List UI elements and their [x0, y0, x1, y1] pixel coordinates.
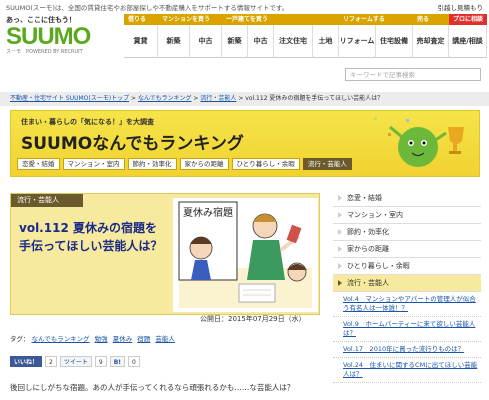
nav-group-header: 一戸建てを買う — [222, 14, 339, 25]
sidebar-item-single-life[interactable]: ひとり暮らし・余暇 — [333, 258, 481, 275]
logo-wordmark: SUUMO — [6, 23, 91, 50]
sidebar-article-link[interactable]: Vol.9 ホームパーティーに来て欲しい芸能人は？ — [333, 317, 481, 342]
sidebar-article-link[interactable]: Vol.24 住まいに関するCMに出てほしい芸能人は？ — [333, 358, 481, 383]
nav-group-header: 借りる — [124, 14, 158, 25]
tag-link[interactable]: 勉強 — [95, 335, 108, 343]
tag-link[interactable]: 芸能人 — [155, 335, 175, 343]
nav-item-consult[interactable]: 講座/相談 — [449, 25, 487, 58]
social-buttons: いいね！ 2 ツイート 9 B! 0 — [10, 356, 140, 368]
nav-group-mansion: マンションを買う 新築 中古 — [158, 14, 222, 58]
article-hero: 流行・芸能人 vol.112 夏休みの宿題を手伝ってほしい芸能人は？ 夏休み宿題 — [10, 193, 320, 315]
tab-trend-celebrity[interactable]: 流行・芸能人 — [302, 158, 352, 170]
nav-group-house: 一戸建てを買う 新築 中古 注文住宅 土地 — [222, 14, 339, 58]
hatena-count: 0 — [128, 356, 140, 367]
hatena-bookmark-button[interactable]: B! — [109, 356, 125, 367]
sidebar-item-mansion-interior[interactable]: マンション・室内 — [333, 207, 481, 224]
publish-date: 公開日：2015年07月29日（水） — [200, 315, 306, 323]
nav-item-house-new[interactable]: 新築 — [222, 25, 249, 58]
nav-group-header: プロに相談 — [449, 14, 487, 25]
nav-group-reform: リフォームする リフォーム 住宅設備 — [339, 14, 413, 58]
nav-item-reform[interactable]: リフォーム — [339, 25, 376, 58]
nav-item-rent[interactable]: 賃貸 — [124, 25, 158, 58]
category-sidebar: 恋愛・結婚 マンション・室内 節約・効率化 家からの距離 ひとり暮らし・余暇 流… — [333, 190, 481, 383]
tweet-button[interactable]: ツイート — [59, 356, 92, 367]
sidebar-item-saving[interactable]: 節約・効率化 — [333, 224, 481, 241]
article-illustration: 夏休み宿題 — [173, 198, 318, 312]
nav-group-header: マンションを買う — [158, 14, 222, 25]
tab-single-life[interactable]: ひとり暮らし・余暇 — [231, 158, 300, 170]
facebook-like-button[interactable]: いいね！ — [10, 356, 43, 367]
site-description: SUUMO(スーモ)は、全国の賃貸住宅やお部屋探しや不動産購入をサポートする情報… — [6, 4, 289, 12]
ranking-banner: 住まい・暮らしの「気になる！」を大調査 SUUMOなんでもランキング 恋愛・結婚… — [10, 110, 480, 177]
breadcrumb-ranking[interactable]: なんでもランキング — [138, 95, 192, 102]
illustration-sign-text: 夏休み宿題 — [183, 206, 233, 219]
sidebar-article-link[interactable]: Vol.17 2010年に買った流行りものは？ — [333, 342, 481, 358]
nav-item-equipment[interactable]: 住宅設備 — [376, 25, 413, 58]
banner-title: SUUMOなんでもランキング — [21, 134, 244, 154]
article-search-input[interactable] — [345, 68, 481, 81]
sidebar-article-link[interactable]: Vol.4 マンションやアパートの管理人が似合う有名人は一体誰！？ — [333, 292, 481, 317]
nav-item-sell-estimate[interactable]: 売却査定 — [413, 25, 449, 58]
breadcrumb-home[interactable]: 不動産・住宅サイト SUUMO(スーモ)トップ — [10, 95, 129, 102]
tab-saving[interactable]: 節約・効率化 — [127, 158, 177, 170]
tag-link[interactable]: 宿題 — [137, 335, 150, 343]
breadcrumb: 不動産・住宅サイト SUUMO(スーモ)トップ > なんでもランキング > 流行… — [0, 92, 489, 106]
sidebar-item-love-marriage[interactable]: 恋愛・結婚 — [333, 190, 481, 207]
tweet-count: 9 — [94, 356, 107, 367]
suumo-logo[interactable]: あっ、ここに住もう！ SUUMO スーモ POWERED BY RECRUIT — [6, 15, 111, 55]
mascot-illustration — [374, 117, 464, 167]
nav-group-header: 売る — [413, 14, 449, 25]
breadcrumb-current: vol.112 夏休みの宿題を手伝ってほしい芸能人は？ — [245, 95, 384, 102]
like-count: 2 — [45, 356, 57, 367]
nav-group-consult: プロに相談 講座/相談 — [449, 14, 487, 58]
logo-sub: スーモ POWERED BY RECRUIT — [6, 49, 83, 55]
nav-group-rent: 借りる 賃貸 — [124, 14, 158, 58]
tag-list: タグ： なんでもランキング 勉強 夏休み 宿題 芸能人 — [10, 333, 320, 343]
tag-link[interactable]: 夏休み — [113, 335, 133, 343]
tab-distance[interactable]: 家からの距離 — [179, 158, 229, 170]
sidebar-item-trend-celebrity[interactable]: 流行・芸能人 — [333, 275, 481, 292]
tab-love-marriage[interactable]: 恋愛・結婚 — [17, 158, 60, 170]
nav-item-custom-house[interactable]: 注文住宅 — [274, 25, 313, 58]
category-tabs: 恋愛・結婚 マンション・室内 節約・効率化 家からの距離 ひとり暮らし・余暇 流… — [17, 158, 355, 170]
banner-kicker: 住まい・暮らしの「気になる！」を大調査 — [21, 118, 154, 126]
nav-item-house-used[interactable]: 中古 — [248, 25, 275, 58]
article-category-label: 流行・芸能人 — [11, 194, 83, 207]
nav-item-mansion-new[interactable]: 新築 — [158, 25, 190, 58]
move-estimate-link[interactable]: 引越し見積もり — [438, 2, 484, 12]
tab-mansion-interior[interactable]: マンション・室内 — [62, 158, 125, 170]
nav-group-header: リフォームする — [339, 14, 413, 25]
top-info-bar: SUUMO(スーモ)は、全国の賃貸住宅やお部屋探しや不動産購入をサポートする情報… — [0, 0, 489, 12]
nav-item-mansion-used[interactable]: 中古 — [190, 25, 222, 58]
article-title: vol.112 夏休みの宿題を手伝ってほしい芸能人は？ — [19, 221, 163, 253]
tag-label: タグ： — [10, 335, 30, 343]
nav-item-land[interactable]: 土地 — [312, 25, 339, 58]
nav-group-sell: 売る 売却査定 — [413, 14, 449, 58]
tag-link[interactable]: なんでもランキング — [32, 335, 90, 343]
article-intro: 後回しにしがちな宿題。あの人が手伝ってくれるなら頑張れるかも……な芸能人は？ — [10, 383, 295, 392]
sidebar-item-distance[interactable]: 家からの距離 — [333, 241, 481, 258]
breadcrumb-category[interactable]: 流行・芸能人 — [200, 95, 236, 102]
